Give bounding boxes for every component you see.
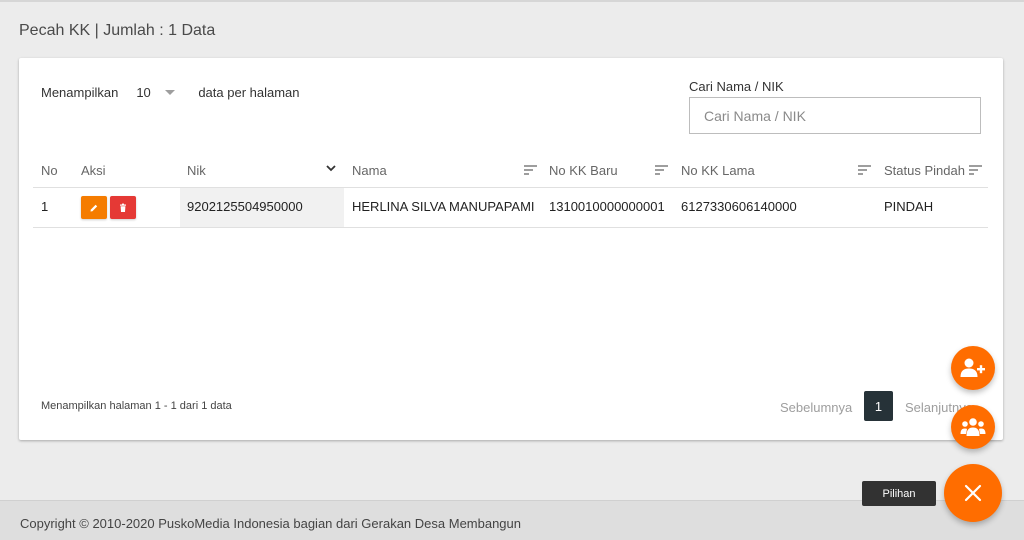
add-member-fab[interactable] [951, 346, 995, 390]
per-page-select[interactable]: 10 [136, 85, 180, 100]
cell-nik: 9202125504950000 [187, 199, 303, 214]
chevron-down-icon[interactable] [326, 164, 336, 172]
per-page-label: Menampilkan [41, 85, 119, 100]
delete-button[interactable] [110, 196, 136, 219]
row-divider [33, 227, 988, 228]
trash-icon [120, 203, 126, 212]
sort-icon[interactable] [969, 165, 982, 175]
search-label: Cari Nama / NIK [689, 79, 784, 94]
close-icon [964, 484, 982, 502]
users-group-icon [960, 418, 986, 436]
pencil-icon [90, 204, 98, 211]
column-header-status-pindah[interactable]: Status Pindah [884, 163, 965, 179]
fab-menu-toggle[interactable] [944, 464, 1002, 522]
column-header-nik[interactable]: Nik [187, 163, 206, 179]
search-input[interactable] [689, 97, 981, 134]
per-page-value: 10 [136, 85, 151, 100]
per-page-control: Menampilkan 10 data per halaman [41, 85, 300, 100]
column-header-no-kk-lama[interactable]: No KK Lama [681, 163, 755, 179]
column-header-aksi: Aksi [81, 163, 106, 178]
sort-icon[interactable] [524, 165, 537, 175]
user-plus-icon [960, 358, 985, 377]
fab-tooltip: Pilihan [862, 481, 936, 506]
cell-nama: HERLINA SILVA MANUPAPAMI [352, 199, 535, 214]
cell-no-kk-baru: 1310010000000001 [549, 199, 665, 214]
footer: Copyright © 2010-2020 PuskoMedia Indones… [0, 500, 1024, 540]
cell-no: 1 [41, 199, 49, 214]
family-group-fab[interactable] [951, 405, 995, 449]
cell-no-kk-lama: 6127330606140000 [681, 199, 797, 214]
prev-page-button[interactable]: Sebelumnya [780, 400, 852, 415]
page-1-button[interactable]: 1 [864, 391, 893, 421]
pagination-info: Menampilkan halaman 1 - 1 dari 1 data [41, 400, 232, 412]
edit-button[interactable] [81, 196, 107, 219]
column-header-nama[interactable]: Nama [352, 163, 387, 179]
data-table-card: Menampilkan 10 data per halaman Cari Nam… [19, 58, 1003, 440]
header-divider [33, 187, 988, 188]
column-header-no[interactable]: No [41, 163, 58, 179]
per-page-suffix: data per halaman [198, 85, 300, 100]
sort-icon[interactable] [655, 165, 668, 175]
top-divider [0, 0, 1024, 2]
dropdown-caret-icon [164, 90, 175, 95]
column-header-no-kk-baru[interactable]: No KK Baru [549, 163, 618, 179]
footer-copyright: Copyright © 2010-2020 PuskoMedia Indones… [20, 516, 522, 531]
page-title: Pecah KK | Jumlah : 1 Data [19, 22, 216, 39]
sort-icon[interactable] [858, 165, 871, 175]
cell-status-pindah: PINDAH [884, 199, 934, 214]
